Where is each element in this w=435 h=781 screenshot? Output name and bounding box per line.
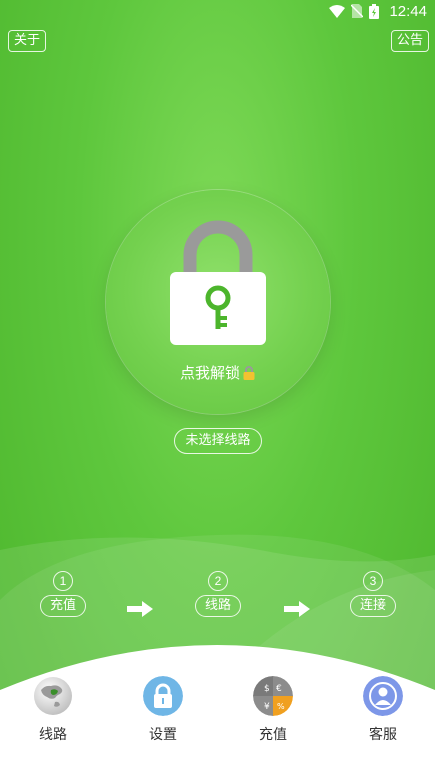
step-3-number: 3: [363, 571, 383, 591]
svg-text:¥: ¥: [264, 702, 270, 712]
bottom-nav: 线路 设置 $ € ¥ % 充值 客服: [0, 670, 435, 781]
battery-charging-icon: [369, 3, 380, 19]
wifi-icon: [329, 4, 346, 18]
step-3: 3 连接: [343, 571, 403, 617]
route-status-pill[interactable]: 未选择线路: [174, 428, 262, 454]
status-bar: 12:44: [0, 0, 435, 22]
nav-item-settings[interactable]: 设置: [128, 676, 198, 744]
nav-item-recharge[interactable]: $ € ¥ % 充值: [238, 676, 308, 744]
arrow-right-icon: [127, 601, 153, 617]
step-3-label: 连接: [350, 595, 396, 617]
nav-label-routes: 线路: [39, 727, 67, 743]
status-time: 12:44: [389, 2, 427, 20]
notice-button[interactable]: 公告: [390, 30, 429, 52]
nav-item-support[interactable]: 客服: [348, 676, 418, 744]
svg-text:€: €: [276, 684, 282, 694]
about-button[interactable]: 关于: [8, 30, 47, 52]
svg-text:%: %: [277, 702, 285, 711]
svg-text:$: $: [264, 684, 270, 694]
step-2-number: 2: [208, 571, 228, 591]
nav-label-support: 客服: [369, 727, 397, 743]
step-2: 2 线路: [188, 571, 248, 617]
unlock-label: 点我解锁: [106, 362, 330, 383]
step-1-number: 1: [53, 571, 73, 591]
unlock-text: 点我解锁: [179, 364, 240, 382]
step-1-label: 充值: [40, 595, 86, 617]
main-screen: 12:44 关于 公告 点我解锁 未选择线路 1 充值 2 线路 3 连接 线路…: [0, 0, 435, 781]
step-1: 1 充值: [33, 571, 93, 617]
unlock-button[interactable]: 点我解锁: [106, 190, 330, 414]
nav-label-recharge: 充值: [259, 727, 287, 743]
nav-item-routes[interactable]: 线路: [18, 676, 88, 744]
arrow-right-icon: [284, 601, 310, 617]
no-sim-icon: [351, 4, 364, 18]
globe-icon: [33, 676, 73, 716]
calculator-icon: $ € ¥ %: [253, 676, 293, 716]
padlock-icon: [170, 220, 266, 345]
small-lock-icon: [243, 365, 255, 380]
user-icon: [363, 676, 403, 716]
nav-label-settings: 设置: [149, 727, 177, 743]
lock-icon: [143, 676, 183, 716]
step-2-label: 线路: [195, 595, 241, 617]
